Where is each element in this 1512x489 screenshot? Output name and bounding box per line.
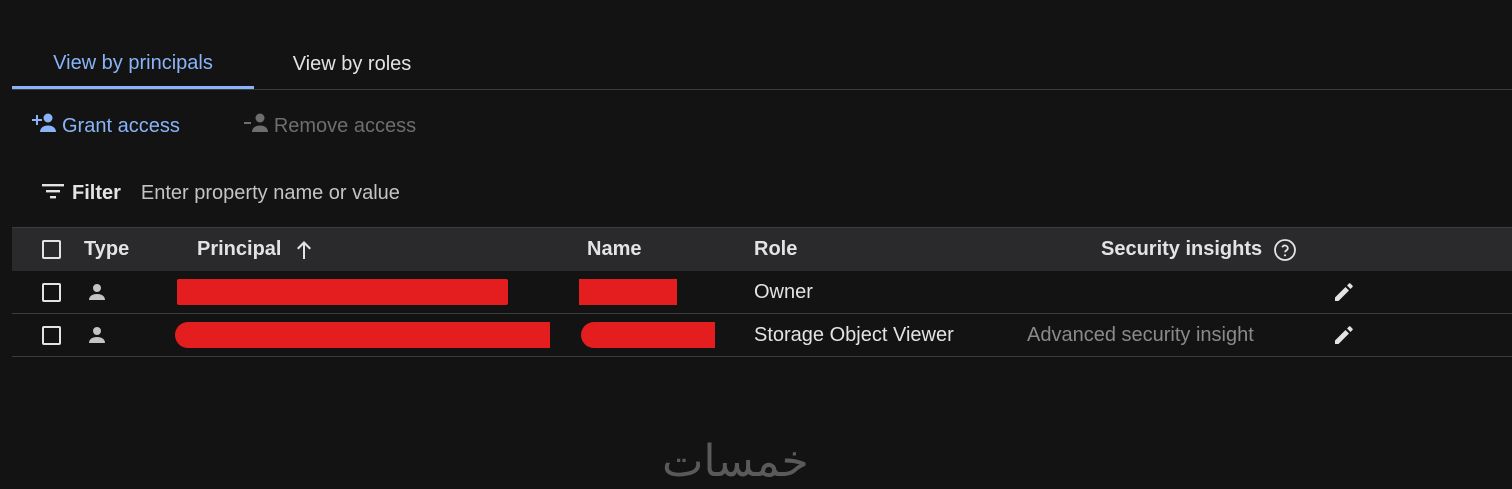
action-bar: Grant access Remove access <box>30 112 416 140</box>
table-row: Owner <box>12 271 1512 314</box>
principal-cell-redacted <box>175 314 550 356</box>
pencil-icon[interactable] <box>1333 314 1355 356</box>
column-header-principal[interactable]: Principal <box>197 228 313 271</box>
person-icon <box>88 314 106 356</box>
principal-header-label: Principal <box>197 238 282 260</box>
remove-access-button[interactable]: Remove access <box>242 112 416 140</box>
filter-icon[interactable] <box>42 183 64 204</box>
tab-view-by-roles[interactable]: View by roles <box>254 40 450 88</box>
column-header-security-insights: Security insights <box>1101 228 1297 271</box>
security-insight-cell[interactable]: Advanced security insight <box>1027 314 1254 356</box>
pencil-icon[interactable] <box>1333 271 1355 313</box>
add-person-icon <box>30 112 62 140</box>
column-header-type[interactable]: Type <box>84 228 129 271</box>
redaction-mark <box>579 279 677 305</box>
filter-input[interactable] <box>140 182 741 205</box>
view-tabs: View by principals View by roles <box>12 40 1512 90</box>
filter-label: Filter <box>72 182 121 204</box>
table-header: Type Principal Name Role Security insigh… <box>12 227 1512 271</box>
redaction-mark <box>581 322 715 348</box>
table-row: Storage Object Viewer Advanced security … <box>12 314 1512 357</box>
permissions-table: Type Principal Name Role Security insigh… <box>12 227 1512 357</box>
name-cell-redacted <box>579 271 677 313</box>
grant-access-label: Grant access <box>62 114 180 137</box>
security-insights-header-label: Security insights <box>1101 238 1263 260</box>
select-all-checkbox[interactable] <box>42 240 61 259</box>
remove-person-icon <box>242 112 274 140</box>
help-circle-icon[interactable] <box>1273 238 1297 262</box>
column-header-name[interactable]: Name <box>587 228 641 271</box>
principal-cell-redacted <box>177 271 508 313</box>
watermark-logo: خمسات <box>662 436 809 487</box>
filter-bar: Filter <box>42 182 741 205</box>
role-cell: Owner <box>754 280 813 303</box>
remove-access-label: Remove access <box>273 114 417 137</box>
column-header-role[interactable]: Role <box>754 228 797 271</box>
arrow-up-icon <box>295 240 313 260</box>
redaction-mark <box>175 322 550 348</box>
grant-access-button[interactable]: Grant access <box>30 112 180 140</box>
redaction-mark <box>177 279 508 305</box>
row-checkbox[interactable] <box>42 325 61 345</box>
role-cell: Storage Object Viewer <box>754 323 954 346</box>
name-cell-redacted <box>581 314 715 356</box>
row-checkbox[interactable] <box>42 282 61 302</box>
tab-view-by-principals[interactable]: View by principals <box>12 40 254 89</box>
person-icon <box>88 271 106 313</box>
